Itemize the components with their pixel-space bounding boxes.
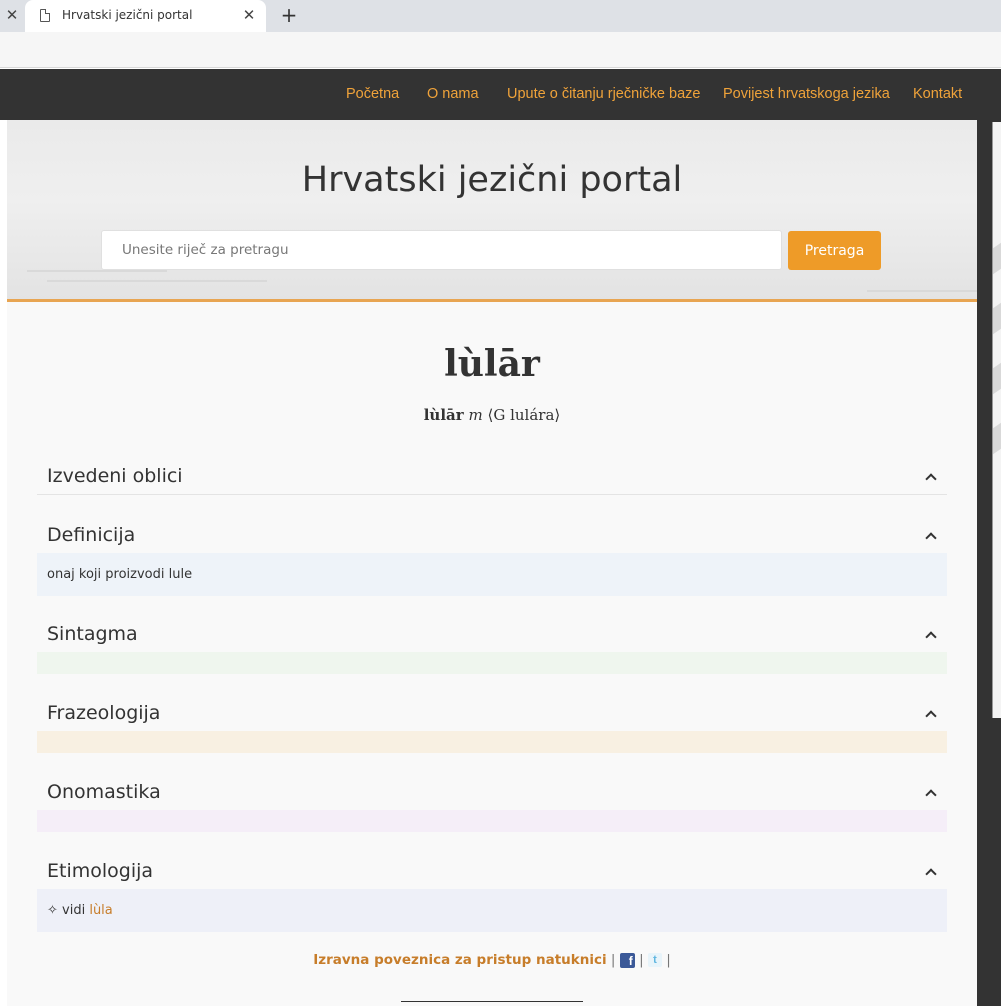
chevron-up-icon[interactable]	[923, 865, 937, 879]
grammar-word: lùlār	[423, 406, 464, 424]
etymology-prefix: ✧ vidi	[47, 903, 90, 918]
section-title[interactable]: Onomastika	[47, 781, 161, 803]
section-body	[37, 652, 947, 674]
header-texture	[867, 290, 977, 292]
headword: lùlār	[444, 343, 540, 385]
section-definicija: Definicija onaj koji proizvodi lule	[37, 515, 947, 596]
definition-text: onaj koji proizvodi lule	[47, 567, 193, 582]
permalink-link[interactable]: Izravna poveznica za pristup natuknici	[313, 952, 606, 968]
main-content: Hrvatski jezični portal Pretraga lùlār l…	[7, 120, 977, 1006]
new-tab-icon[interactable]: +	[279, 5, 299, 25]
close-icon[interactable]: ✕	[241, 7, 257, 23]
site-nav: Početna O nama Upute o čitanju rječničke…	[0, 69, 1001, 120]
nav-item-kontakt[interactable]: Kontakt	[913, 86, 962, 102]
section-sintagma: Sintagma	[37, 614, 947, 674]
nav-item-pocetna[interactable]: Početna	[346, 86, 399, 102]
separator: |	[666, 952, 671, 968]
section-etimologija: Etimologija ✧ vidi lùla	[37, 851, 947, 932]
grammar-genitive: ⟨G lulára⟩	[487, 406, 561, 424]
section-title[interactable]: Definicija	[47, 524, 135, 546]
chevron-up-icon[interactable]	[923, 529, 937, 543]
site-title: Hrvatski jezični portal	[301, 160, 683, 200]
close-icon[interactable]: ✕	[4, 7, 20, 23]
chevron-up-icon[interactable]	[923, 628, 937, 642]
side-decoration	[992, 122, 1001, 718]
etymology-text: ✧ vidi lùla	[47, 903, 113, 918]
section-frazeologija: Frazeologija	[37, 693, 947, 753]
etymology-link[interactable]: lùla	[89, 903, 112, 918]
section-divider	[37, 494, 947, 495]
search-input[interactable]	[101, 230, 782, 270]
footer-share-row: Izravna poveznica za pristup natuknici |…	[7, 952, 977, 968]
section-body: ✧ vidi lùla	[37, 889, 947, 932]
browser-tab-active[interactable]: Hrvatski jezični portal ✕	[25, 0, 266, 32]
footer-divider	[401, 1001, 583, 1002]
section-izvedeni-oblici: Izvedeni oblici	[37, 456, 947, 496]
chevron-up-icon[interactable]	[923, 786, 937, 800]
nav-item-o-nama[interactable]: O nama	[427, 86, 479, 102]
section-title[interactable]: Etimologija	[47, 860, 153, 882]
page-icon	[40, 9, 50, 22]
search-button[interactable]: Pretraga	[788, 231, 881, 270]
section-title[interactable]: Sintagma	[47, 623, 138, 645]
browser-toolbar	[0, 32, 1001, 68]
section-onomastika: Onomastika	[37, 772, 947, 832]
header-texture	[27, 270, 167, 272]
separator: |	[639, 952, 644, 968]
tab-title: Hrvatski jezični portal	[62, 8, 193, 22]
nav-item-povijest[interactable]: Povijest hrvatskoga jezika	[723, 86, 890, 102]
section-body: onaj koji proizvodi lule	[37, 553, 947, 596]
header-texture	[47, 280, 267, 282]
section-body	[37, 810, 947, 832]
section-body	[37, 731, 947, 753]
chevron-up-icon[interactable]	[923, 470, 937, 484]
grammar-pos: m	[468, 406, 483, 424]
browser-tabstrip: ✕ Hrvatski jezični portal ✕ +	[0, 0, 1001, 32]
twitter-icon[interactable]: t	[647, 953, 662, 967]
facebook-icon[interactable]: f	[619, 952, 635, 968]
site-header: Hrvatski jezični portal Pretraga	[7, 120, 977, 302]
section-title[interactable]: Frazeologija	[47, 702, 160, 724]
nav-item-upute[interactable]: Upute o čitanju rječničke baze	[507, 86, 700, 102]
grammar-line: lùlār m ⟨G lulára⟩	[7, 406, 977, 424]
chevron-up-icon[interactable]	[923, 707, 937, 721]
section-title[interactable]: Izvedeni oblici	[47, 465, 183, 487]
separator: |	[610, 952, 616, 968]
